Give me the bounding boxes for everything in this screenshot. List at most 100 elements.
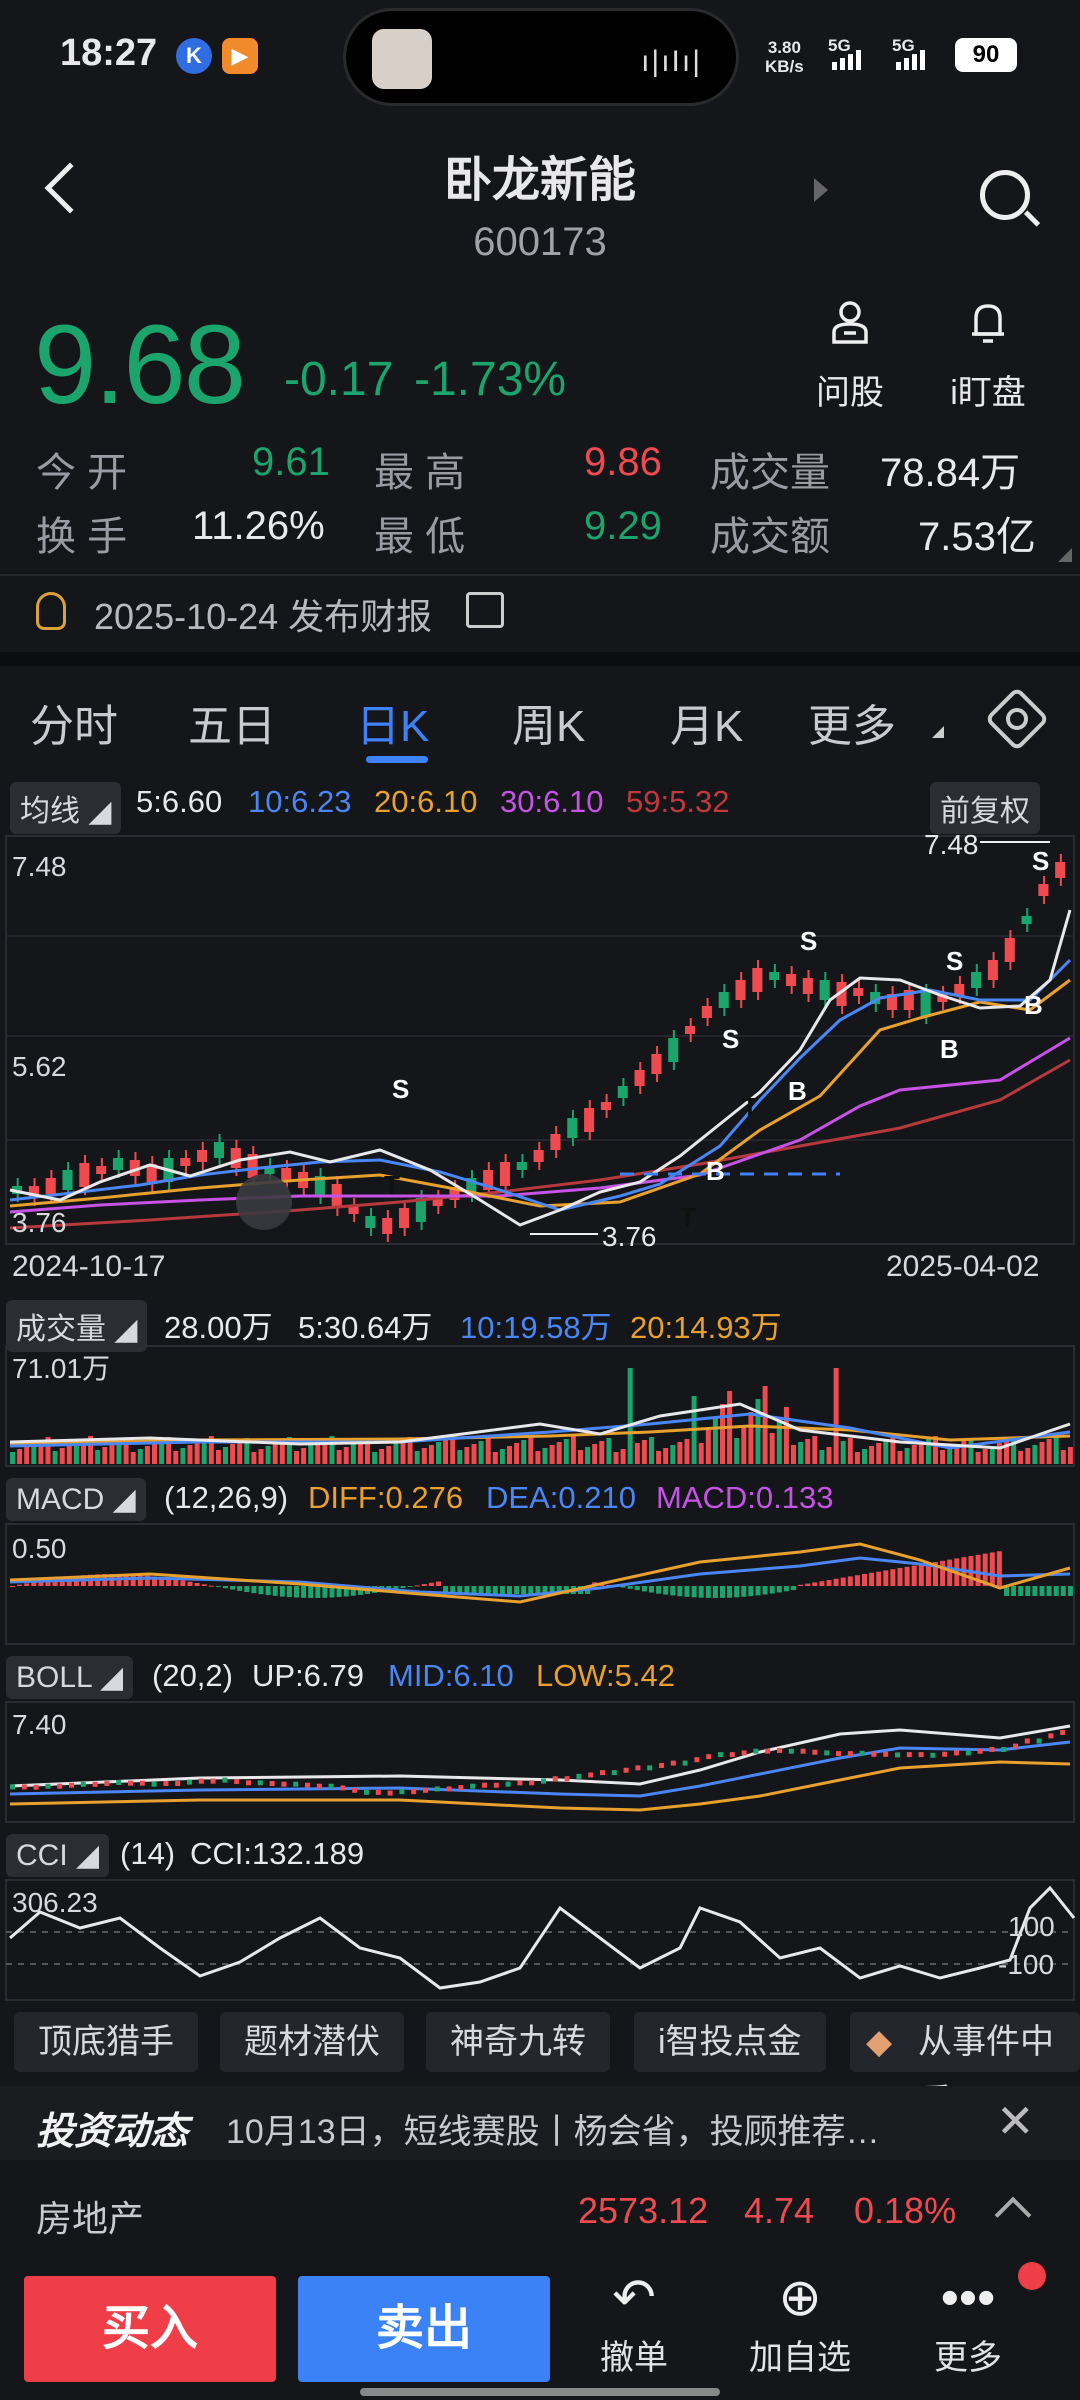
ma-selector[interactable]: 均线 ◢: [10, 782, 122, 834]
clock: 18:27: [60, 32, 158, 74]
candle-wick: [672, 1030, 675, 1070]
boll-candle: [116, 1779, 122, 1785]
watch-button[interactable]: i盯盘: [928, 300, 1048, 414]
volume-bar: [869, 1446, 875, 1464]
macd-bar: [1067, 1586, 1073, 1596]
volume-ma5: 5:30.64万: [298, 1310, 433, 1345]
signal-t-3: T: [680, 1202, 696, 1232]
sell-button[interactable]: 卖出: [298, 2276, 550, 2382]
close-icon[interactable]: ✕: [996, 2094, 1035, 2148]
volume-bar: [819, 1450, 825, 1464]
next-stock-icon[interactable]: [814, 178, 828, 202]
search-icon[interactable]: [980, 170, 1030, 220]
volume-y-top: 71.01万: [12, 1353, 110, 1384]
boll-candle: [210, 1778, 216, 1784]
section-divider: [0, 652, 1080, 666]
candle-wick: [857, 980, 860, 1004]
boll-candle: [576, 1773, 582, 1779]
boll-candle: [104, 1781, 110, 1786]
candle-wick: [1059, 854, 1062, 886]
tab-weekly-k[interactable]: 周K: [512, 690, 585, 754]
cci-selector[interactable]: CCI ◢: [6, 1834, 110, 1877]
macd-bar: [315, 1586, 321, 1598]
signal-t-1: T: [384, 1170, 400, 1200]
boll-candle: [942, 1751, 948, 1757]
tab-more[interactable]: 更多: [808, 690, 896, 754]
report-date-text[interactable]: 2025-10-24 发布财报: [94, 588, 432, 640]
draw-tool-icon[interactable]: [236, 1174, 292, 1230]
tab-daily-k[interactable]: 日K: [356, 690, 429, 754]
volume-bar: [237, 1441, 243, 1464]
volume-bar: [876, 1443, 882, 1464]
volume-bar: [336, 1450, 342, 1464]
volume-bar: [947, 1447, 953, 1464]
volume-bar: [66, 1445, 72, 1464]
chip-events[interactable]: ◆ 从事件中看: [850, 2012, 1080, 2121]
signal-s-4: S: [946, 946, 963, 976]
adjust-selector[interactable]: 前复权: [930, 782, 1040, 834]
ma-label: 均线: [20, 795, 80, 828]
boll-candle: [1048, 1733, 1054, 1739]
signal-bars-1-icon: [832, 50, 864, 70]
tab-five-day[interactable]: 五日: [188, 690, 276, 754]
macd-bar: [137, 1575, 143, 1586]
macd-bar: [847, 1576, 853, 1586]
tab-monthly-k[interactable]: 月K: [670, 690, 743, 754]
candle-wick: [1043, 876, 1046, 904]
calendar-add-icon[interactable]: [466, 592, 504, 628]
expand-corner-icon[interactable]: [1058, 548, 1072, 562]
news-brand: 投资动态: [36, 2111, 189, 2153]
volume-bar: [272, 1443, 278, 1464]
macd-bar: [223, 1586, 228, 1589]
buy-button[interactable]: 买入: [24, 2276, 276, 2382]
candle-wick: [689, 1018, 692, 1042]
chevron-up-icon[interactable]: [994, 2196, 1032, 2234]
candle-wick: [504, 1154, 507, 1194]
low-label: 最 低: [374, 515, 466, 559]
chip-magic-nine[interactable]: 神奇九转: [426, 2012, 610, 2072]
candle-wick: [874, 984, 877, 1012]
macd-bar: [741, 1586, 747, 1597]
candle-wick: [370, 1208, 373, 1236]
volume-bar: [393, 1443, 399, 1464]
volume-bar: [379, 1449, 385, 1464]
chip-theme-ambush[interactable]: 题材潜伏: [220, 2012, 404, 2072]
boll-candle: [777, 1748, 782, 1754]
kline-chart[interactable]: 7.48 5.62 3.76 7.48 3.76 S T S B S T B S…: [0, 830, 1080, 1250]
volume-bar: [10, 1452, 15, 1464]
boll-candle: [718, 1752, 723, 1758]
sector-row[interactable]: 房地产 2573.12 4.74 0.18%: [0, 2180, 1080, 2250]
chip-smart-invest[interactable]: i智投点金: [634, 2012, 826, 2072]
tab-intraday[interactable]: 分时: [30, 690, 118, 754]
boll-candle: [765, 1748, 771, 1754]
volume-bar: [656, 1451, 662, 1464]
chip-bottom-hunter[interactable]: 顶底猎手: [14, 2012, 198, 2072]
add-watchlist-button[interactable]: ⊕ 加自选: [730, 2266, 870, 2379]
more-button[interactable]: ••• 更多: [898, 2266, 1038, 2379]
volume-bar: [712, 1417, 718, 1464]
macd-selector[interactable]: MACD ◢: [6, 1478, 146, 1521]
macd-bar: [883, 1570, 889, 1586]
user-help-icon: [832, 301, 868, 344]
ask-stock-button[interactable]: 问股: [790, 300, 910, 414]
macd-bar: [514, 1586, 520, 1594]
volume-bar: [414, 1451, 420, 1464]
macd-bar: [663, 1586, 669, 1595]
boll-candle: [352, 1787, 358, 1793]
macd-y-top: 0.50: [12, 1533, 67, 1564]
cancel-order-button[interactable]: ↶ 撤单: [564, 2266, 704, 2379]
boll-candle: [954, 1750, 959, 1756]
status-bar: 18:27 K ▶ ı|ıIı| 3.80 KB/s 5G 5G 90: [0, 0, 1080, 115]
macd-bar: [1046, 1586, 1052, 1596]
boll-candle: [753, 1748, 759, 1754]
volume-bar: [649, 1437, 654, 1464]
macd-bar: [904, 1566, 910, 1586]
volume-chart: 71.01万: [5, 1345, 1075, 1467]
boll-selector[interactable]: BOLL ◢: [6, 1656, 134, 1699]
boll-candle: [847, 1751, 853, 1757]
volume-current: 28.00万: [164, 1310, 273, 1345]
news-ticker[interactable]: 投资动态 10月13日，短线赛股丨杨会省，投顾推荐… ✕: [0, 2086, 1080, 2160]
boll-candle: [977, 1748, 983, 1754]
more-dots-icon: •••: [940, 2269, 996, 2327]
macd-bar: [840, 1577, 846, 1586]
